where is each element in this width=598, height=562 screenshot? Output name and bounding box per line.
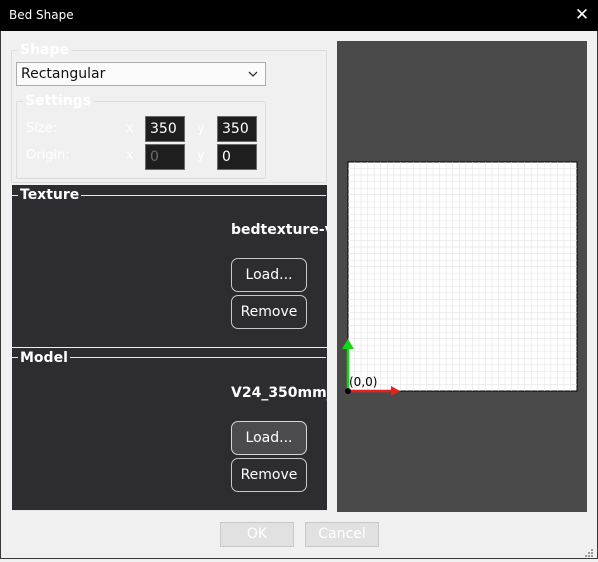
chevron-down-icon bbox=[248, 63, 258, 93]
model-divider bbox=[66, 357, 326, 358]
model-remove-button[interactable]: Remove bbox=[231, 458, 307, 492]
size-y-input[interactable]: 350 bbox=[217, 116, 257, 142]
cancel-button[interactable]: Cancel bbox=[305, 522, 379, 547]
shape-group-label: Shape bbox=[18, 42, 72, 58]
shape-select[interactable]: Rectangular bbox=[16, 62, 266, 86]
model-bottom-divider bbox=[12, 510, 327, 511]
model-label: Model bbox=[20, 350, 70, 366]
shape-select-value: Rectangular bbox=[21, 66, 106, 82]
model-file-name: V24_350mm_ bbox=[231, 385, 327, 401]
close-icon[interactable]: ✕ bbox=[570, 3, 594, 27]
settings-group-label: Settings bbox=[23, 93, 94, 109]
size-label: Size: bbox=[26, 121, 58, 136]
bed-preview: (0,0) bbox=[337, 41, 587, 512]
origin-label: Origin: bbox=[26, 148, 70, 163]
origin-x-input[interactable]: 0 bbox=[145, 144, 185, 170]
title-bar bbox=[0, 0, 598, 31]
origin-x-label: x bbox=[126, 148, 134, 163]
size-x-label: x bbox=[126, 121, 134, 136]
texture-label: Texture bbox=[20, 187, 82, 203]
texture-load-button[interactable]: Load... bbox=[231, 258, 307, 292]
origin-y-input[interactable]: 0 bbox=[217, 144, 257, 170]
ok-button[interactable]: OK bbox=[220, 522, 294, 547]
bed-plate bbox=[347, 161, 578, 392]
texture-divider bbox=[74, 195, 326, 196]
model-load-button[interactable]: Load... bbox=[231, 421, 307, 455]
model-divider-left bbox=[12, 357, 18, 358]
texture-file-name: bedtexture-v2 bbox=[231, 222, 327, 238]
origin-label: (0,0) bbox=[349, 375, 377, 389]
size-x-input[interactable]: 350 bbox=[145, 116, 185, 142]
texture-divider-left bbox=[12, 195, 18, 196]
origin-y-label: y bbox=[197, 148, 205, 163]
bed-preview-canvas: (0,0) bbox=[342, 161, 578, 396]
window-title: Bed Shape bbox=[9, 8, 74, 22]
texture-remove-button[interactable]: Remove bbox=[231, 295, 307, 329]
resize-grip-icon[interactable] bbox=[582, 543, 594, 557]
size-y-label: y bbox=[197, 121, 205, 136]
